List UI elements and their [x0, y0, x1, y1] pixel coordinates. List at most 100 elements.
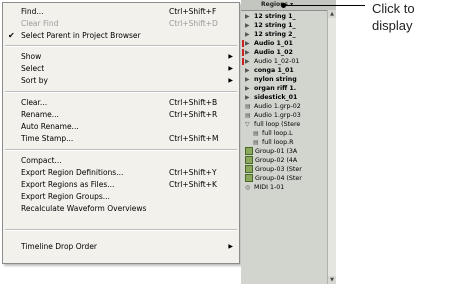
region-item[interactable]: Group-01 (3A — [245, 147, 297, 156]
callout-text: Click to display — [372, 0, 415, 34]
region-item[interactable]: ▶ organ riff 1. — [245, 84, 296, 93]
region-item[interactable]: ▶ Audio 1_02 — [242, 48, 293, 57]
region-file-icon: ▤ — [245, 112, 251, 119]
region-label: Group-01 (3A — [255, 148, 298, 155]
region-label: Audio 1_02-01 — [254, 58, 300, 65]
region-item[interactable]: ▶ Audio 1_01 — [242, 39, 293, 48]
menu-item-find[interactable]: Find... Ctrl+Shift+F — [3, 6, 239, 18]
menu-item-shortcut: Ctrl+Shift+B — [169, 98, 218, 107]
callout-line-1: Click to — [372, 1, 415, 16]
callout-line-2: display — [372, 18, 413, 33]
midi-icon: ◎ — [245, 184, 251, 191]
region-label: Audio 1_02 — [254, 49, 293, 56]
menu-item-export-region-definitions[interactable]: Export Region Definitions... Ctrl+Shift+… — [3, 167, 239, 179]
region-label: organ riff 1. — [254, 85, 297, 92]
red-marker-icon — [242, 48, 244, 56]
menu-separator — [5, 91, 237, 93]
menu-item-label: Rename... — [21, 110, 59, 119]
expand-triangle-icon: ▽ — [245, 121, 250, 128]
region-item[interactable]: ▽ full loop (Stere — [245, 120, 300, 129]
region-label: nylon string — [254, 76, 297, 83]
region-item[interactable]: ▤ full loop.L — [253, 129, 293, 138]
menu-item-compact[interactable]: Compact... — [3, 155, 239, 167]
check-icon: ✔ — [8, 31, 15, 40]
region-arrow-icon: ▶ — [245, 76, 250, 83]
group-icon — [245, 165, 253, 173]
menu-item-label: Auto Rename... — [21, 122, 79, 131]
region-file-icon: ▤ — [253, 139, 259, 146]
region-item[interactable]: Group-03 (Ster — [245, 165, 302, 174]
menu-item-label: Timeline Drop Order — [21, 242, 98, 251]
region-label: 12 string 2_ — [254, 31, 296, 38]
region-label: 12 string 1_ — [254, 13, 296, 20]
region-arrow-icon: ▶ — [245, 85, 250, 92]
region-list-popup-menu: Find... Ctrl+Shift+F Clear Find Ctrl+Shi… — [2, 2, 240, 264]
callout-line — [283, 5, 365, 6]
menu-item-select[interactable]: Select ▶ — [3, 63, 239, 75]
region-label: Audio 1.grp-03 — [254, 112, 301, 119]
region-label: MIDI 1-01 — [254, 184, 285, 191]
menu-item-label: Select Parent in Project Browser — [21, 31, 141, 40]
region-file-icon: ▤ — [245, 103, 251, 110]
menu-item-label: Recalculate Waveform Overviews — [21, 204, 147, 213]
region-label: full loop.L — [262, 130, 293, 137]
region-label: 12 string 1_ — [254, 22, 296, 29]
regions-list-panel: Regions ▾ ▲ ▼ ▶ 12 string 1_ ▶ 12 string 1… — [241, 0, 336, 284]
region-item[interactable]: ▶ Audio 1_02-01 — [242, 57, 299, 66]
submenu-arrow-icon: ▶ — [228, 65, 233, 72]
menu-item-rename[interactable]: Rename... Ctrl+Shift+R — [3, 109, 239, 121]
region-label: Group-02 (4A — [255, 157, 298, 164]
region-item[interactable]: ▤ full loop.R — [253, 138, 294, 147]
region-item[interactable]: ▤ Audio 1.grp-03 — [245, 111, 301, 120]
menu-item-label: Show — [21, 52, 42, 61]
menu-item-export-region-groups[interactable]: Export Region Groups... — [3, 191, 239, 203]
region-arrow-icon: ▶ — [245, 22, 250, 29]
menu-item-clear[interactable]: Clear... Ctrl+Shift+B — [3, 97, 239, 109]
region-label: Group-04 (Ster — [255, 175, 302, 182]
menu-item-time-stamp[interactable]: Time Stamp... Ctrl+Shift+M — [3, 133, 239, 145]
region-file-icon: ▤ — [253, 130, 259, 137]
submenu-arrow-icon: ▶ — [228, 53, 233, 60]
region-label: sidestick_01 — [254, 94, 298, 101]
menu-item-label: Export Region Groups... — [21, 192, 110, 201]
menu-item-label: Time Stamp... — [21, 134, 74, 143]
region-label: Group-03 (Ster — [255, 166, 302, 173]
submenu-arrow-icon: ▶ — [228, 243, 233, 250]
region-item[interactable]: Group-02 (4A — [245, 156, 297, 165]
menu-item-auto-rename[interactable]: Auto Rename... — [3, 121, 239, 133]
region-item[interactable]: ▶ sidestick_01 — [245, 93, 297, 102]
region-item[interactable]: ▶ 12 string 1_ — [245, 21, 296, 30]
menu-item-shortcut: Ctrl+Shift+R — [169, 110, 218, 119]
menu-item-shortcut: Ctrl+Shift+M — [169, 134, 219, 143]
region-arrow-icon: ▶ — [245, 40, 250, 47]
submenu-arrow-icon: ▶ — [228, 77, 233, 84]
group-icon — [245, 156, 253, 164]
menu-item-timeline-drop-order[interactable]: Timeline Drop Order ▶ — [3, 241, 239, 253]
region-item[interactable]: ◎ MIDI 1-01 — [245, 183, 284, 192]
menu-item-shortcut: Ctrl+Shift+K — [169, 180, 217, 189]
menu-item-label: Find... — [21, 7, 44, 16]
region-item[interactable]: ▶ 12 string 1_ — [245, 12, 296, 21]
scroll-up-icon[interactable]: ▲ — [328, 10, 336, 18]
menu-item-show[interactable]: Show ▶ — [3, 51, 239, 63]
menu-item-clear-find: Clear Find Ctrl+Shift+D — [3, 18, 239, 30]
menu-item-sort-by[interactable]: Sort by ▶ — [3, 75, 239, 87]
region-item[interactable]: ▶ conga 1_01 — [245, 66, 294, 75]
menu-separator — [5, 45, 237, 47]
region-label: full loop.R — [262, 139, 294, 146]
menu-item-label: Sort by — [21, 76, 48, 85]
menu-item-recalculate-waveform-overviews[interactable]: Recalculate Waveform Overviews — [3, 203, 239, 215]
region-item[interactable]: ▶ 12 string 2_ — [245, 30, 296, 39]
menu-item-export-regions-as-files[interactable]: Export Regions as Files... Ctrl+Shift+K — [3, 179, 239, 191]
menu-separator — [5, 229, 237, 231]
region-arrow-icon: ▶ — [245, 31, 250, 38]
menu-item-select-parent-in-project-browser[interactable]: ✔ Select Parent in Project Browser — [3, 30, 239, 42]
red-marker-icon — [242, 39, 244, 47]
scroll-down-icon[interactable]: ▼ — [328, 276, 336, 284]
regions-scrollbar[interactable]: ▲ ▼ — [327, 10, 336, 284]
group-icon — [245, 147, 253, 155]
region-item[interactable]: ▤ Audio 1.grp-02 — [245, 102, 301, 111]
menu-item-label: Select — [21, 64, 45, 73]
region-item[interactable]: Group-04 (Ster — [245, 174, 302, 183]
region-item[interactable]: ▶ nylon string — [245, 75, 297, 84]
